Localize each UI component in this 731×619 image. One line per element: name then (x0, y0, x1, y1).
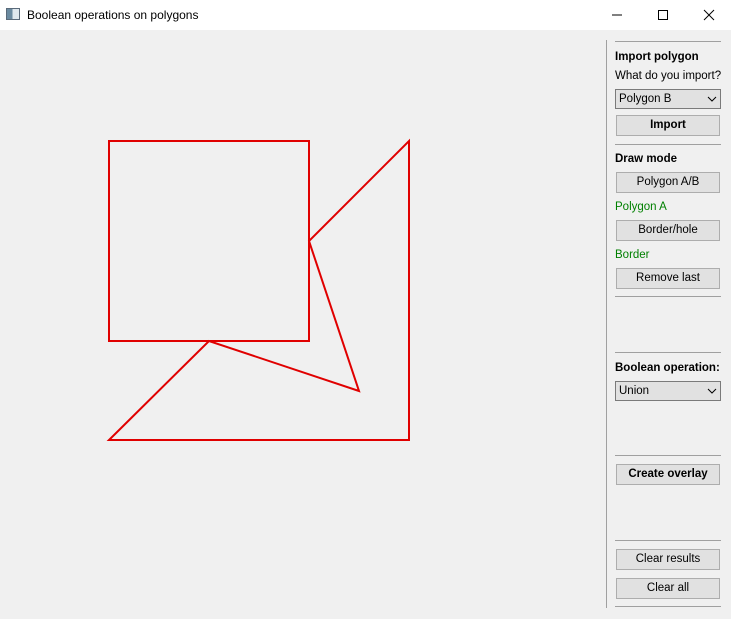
boolean-operation-select[interactable]: Union (615, 381, 721, 401)
import-type-select[interactable]: Polygon B (615, 89, 721, 109)
polygon-ab-button[interactable]: Polygon A/B (616, 172, 720, 193)
window-title: Boolean operations on polygons (27, 8, 199, 22)
divider (615, 296, 721, 297)
draw-mode-heading: Draw mode (615, 153, 677, 165)
create-overlay-button[interactable]: Create overlay (616, 464, 720, 485)
import-type-value: Polygon B (619, 93, 672, 105)
title-bar: Boolean operations on polygons (0, 0, 731, 30)
divider (615, 41, 721, 42)
import-heading: Import polygon (615, 51, 699, 63)
polygon-b-shape (106, 138, 410, 441)
boolean-operation-heading: Boolean operation: (615, 362, 720, 374)
minimize-button[interactable] (594, 0, 640, 30)
remove-last-button[interactable]: Remove last (616, 268, 720, 289)
divider (615, 606, 721, 607)
border-state-label: Border (615, 249, 650, 261)
divider (615, 352, 721, 353)
minimize-icon (612, 14, 622, 16)
divider (615, 455, 721, 456)
maximize-button[interactable] (640, 0, 686, 30)
divider (615, 540, 721, 541)
clear-all-button[interactable]: Clear all (616, 578, 720, 599)
divider (615, 144, 721, 145)
app-icon (6, 8, 20, 20)
polygon-a-square (108, 140, 310, 342)
polygon-state-label: Polygon A (615, 201, 667, 213)
import-button[interactable]: Import (616, 115, 720, 136)
close-button[interactable] (686, 0, 731, 30)
clear-results-button[interactable]: Clear results (616, 549, 720, 570)
close-icon (703, 9, 715, 21)
chevron-down-icon (707, 96, 717, 102)
import-question-label: What do you import? (615, 70, 722, 82)
boolean-operation-value: Union (619, 385, 650, 397)
panel-separator (606, 40, 607, 608)
border-hole-button[interactable]: Border/hole (616, 220, 720, 241)
maximize-icon (658, 10, 668, 20)
drawing-canvas[interactable] (0, 30, 604, 619)
chevron-down-icon (707, 388, 717, 394)
